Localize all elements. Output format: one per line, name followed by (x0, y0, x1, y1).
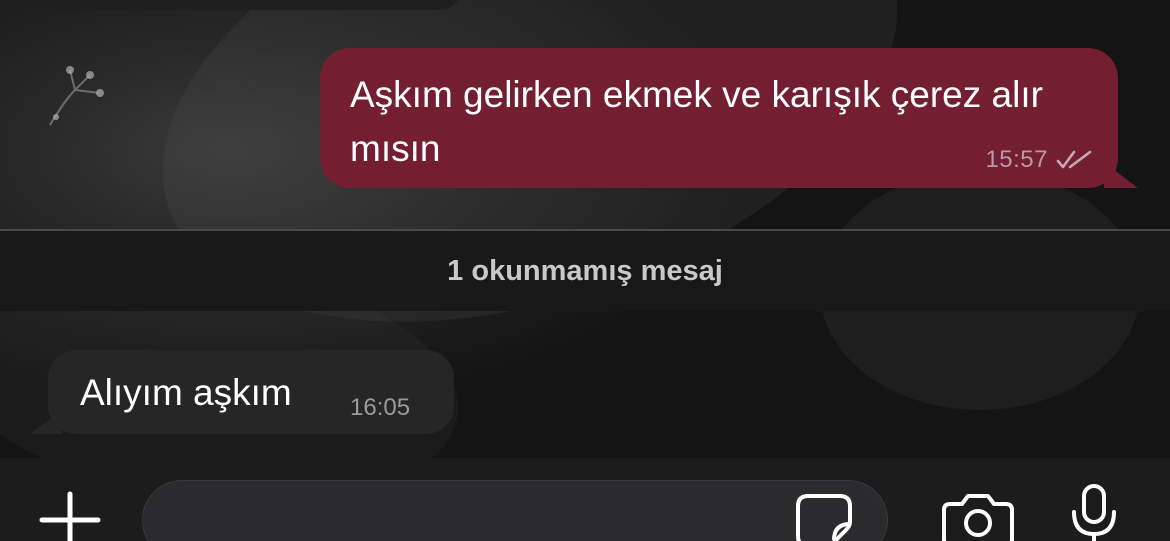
outgoing-message-text: Aşkım gelirken ekmek ve karışık çerez al… (350, 74, 1043, 169)
unread-messages-divider: 1 okunmamış mesaj (0, 229, 1170, 311)
camera-icon[interactable] (940, 490, 1016, 541)
microphone-icon[interactable] (1066, 482, 1122, 541)
incoming-message-time: 16:05 (350, 394, 411, 421)
wallpaper-flower-icon (49, 66, 104, 126)
unread-messages-label: 1 okunmamış mesaj (447, 254, 723, 287)
plus-icon[interactable] (38, 490, 102, 541)
previous-message-bubble (32, 0, 462, 10)
sticker-icon[interactable] (794, 492, 854, 541)
outgoing-message-meta: 15:57 (985, 146, 1092, 174)
incoming-message-text: Alıyım aşkım (80, 372, 292, 413)
outgoing-message-bubble[interactable]: Aşkım gelirken ekmek ve karışık çerez al… (320, 48, 1118, 188)
outgoing-message-time: 15:57 (985, 146, 1048, 173)
incoming-message-bubble[interactable]: Alıyım aşkım 16:05 (48, 350, 454, 434)
message-input[interactable] (142, 480, 888, 541)
double-check-icon (1056, 150, 1092, 169)
